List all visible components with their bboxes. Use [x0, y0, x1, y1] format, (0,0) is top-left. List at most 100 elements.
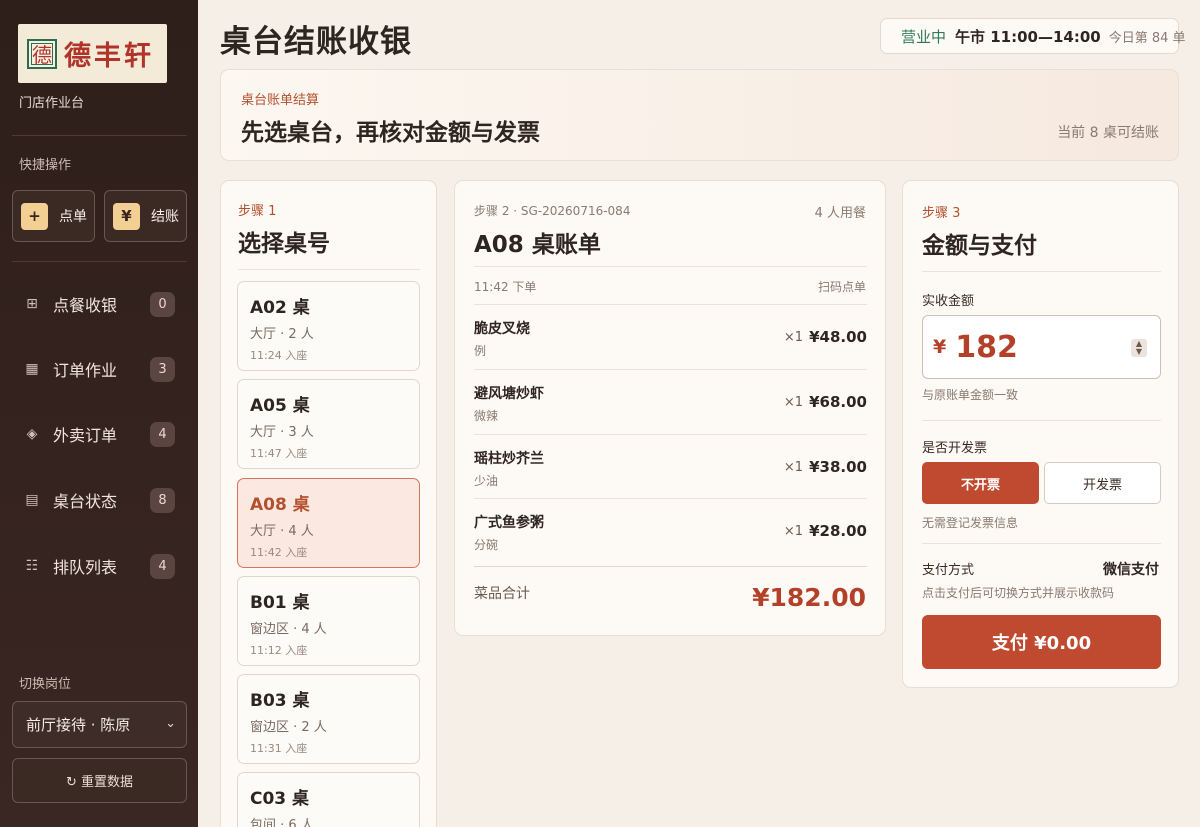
nav-count-badge: 4 — [150, 422, 175, 447]
bill-divider — [474, 566, 867, 567]
amount-hint: 与原账单金额一致 — [922, 388, 1019, 402]
table-name: B03 桌 — [250, 691, 310, 711]
item-name: 避风塘炒虾 — [474, 386, 544, 402]
table-seated-time: 11:31 入座 — [250, 742, 308, 755]
delivery-icon: ◈ — [26, 426, 38, 442]
bill-panel: 步骤 2 · SG-20260716-084 4 人用餐 A08 桌账单 11:… — [454, 180, 886, 636]
nav-item-pos[interactable]: ⊞ 点餐收银 0 — [12, 284, 187, 324]
nav-item-label: 点餐收银 — [53, 296, 118, 315]
nav-item-delivery[interactable]: ◈ 外卖订单 4 — [12, 414, 187, 454]
nav-item-tables[interactable]: ▤ 桌台状态 8 — [12, 480, 187, 520]
bill-item-row: 广式鱼参粥 分碗 ×1 ¥28.00 — [474, 499, 867, 563]
step2-label: 步骤 2 · SG-20260716-084 — [474, 204, 631, 218]
table-seated-time: 11:47 入座 — [250, 447, 308, 460]
bill-item-row: 避风塘炒虾 微辣 ×1 ¥68.00 — [474, 370, 867, 434]
table-area: 包间 · 6 人 — [250, 818, 314, 827]
yen-icon: ¥ — [113, 202, 140, 230]
table-card-c03[interactable]: C03 桌 包间 · 6 人 — [237, 772, 420, 827]
invoice-hint: 无需登记发票信息 — [922, 516, 1019, 530]
sidebar-divider — [12, 135, 187, 136]
amount-input[interactable]: ¥ 182 ▲ ▼ — [922, 315, 1161, 379]
no-invoice-button[interactable]: 不开票 — [922, 462, 1039, 504]
table-seated-time: 11:24 入座 — [250, 349, 308, 362]
role-select[interactable]: 前厅接待 · 陈原 ⌄ — [12, 701, 187, 748]
table-card-a05[interactable]: A05 桌 大厅 · 3 人 11:47 入座 — [237, 379, 420, 469]
order-source: 扫码点单 — [817, 280, 866, 294]
bill-title: A08 桌账单 — [474, 232, 601, 258]
table-seated-time: 11:12 入座 — [250, 644, 308, 657]
brand-name: 德丰轩 — [64, 41, 154, 72]
item-qty: ×1 — [783, 460, 803, 475]
banner-kicker: 桌台账单结算 — [241, 93, 320, 108]
banner-note: 当前 8 桌可结账 — [1057, 125, 1159, 141]
quick-checkout-label: 结账 — [151, 209, 179, 225]
table-name: C03 桌 — [250, 789, 310, 809]
payment-method-hint: 点击支付后可切换方式并展示收款码 — [922, 586, 1115, 600]
table-card-b03[interactable]: B03 桌 窗边区 · 2 人 11:31 入座 — [237, 674, 420, 764]
nav-item-label: 桌台状态 — [53, 492, 118, 511]
status-open: 营业中 — [901, 27, 947, 46]
nav-item-label: 外卖订单 — [53, 426, 118, 445]
nav-count-badge: 8 — [150, 488, 175, 513]
grid-icon: ⊞ — [26, 296, 38, 312]
table-area: 大厅 · 3 人 — [250, 425, 314, 440]
panel-divider — [922, 271, 1161, 272]
table-card-a08-selected[interactable]: A08 桌 大厅 · 4 人 11:42 入座 — [237, 478, 420, 568]
item-note: 例 — [474, 344, 487, 358]
step1-label: 步骤 1 — [238, 204, 277, 219]
quick-checkout-button[interactable]: ¥ 结账 — [104, 190, 187, 242]
sidebar-divider — [12, 261, 187, 262]
queue-icon: ☷ — [25, 558, 39, 574]
table-name: A02 桌 — [250, 298, 310, 318]
nav-item-orders[interactable]: ▦ 订单作业 3 — [12, 349, 187, 389]
bill-divider — [474, 266, 867, 267]
table-seated-time: 11:42 入座 — [250, 546, 308, 559]
item-price: ¥28.00 — [809, 522, 867, 540]
nav-item-label: 排队列表 — [53, 558, 118, 577]
panel-divider — [238, 269, 420, 270]
reset-data-button[interactable]: ↻ 重置数据 — [12, 758, 187, 803]
store-label: 门店作业台 — [19, 96, 85, 111]
banner-title: 先选桌台，再核对金额与发票 — [241, 120, 540, 146]
stepper-icon[interactable]: ▲ ▼ — [1131, 339, 1147, 357]
currency-symbol: ¥ — [933, 336, 947, 358]
service-period: 午市 11:00—14:00 — [955, 27, 1101, 46]
subtotal-label: 菜品合计 — [474, 586, 530, 602]
table-name: A08 桌 — [250, 495, 310, 515]
table-area: 大厅 · 4 人 — [250, 524, 314, 539]
nav-count-badge: 4 — [150, 554, 175, 579]
table-name: A05 桌 — [250, 396, 310, 416]
invoice-button[interactable]: 开发票 — [1044, 462, 1161, 504]
item-price: ¥48.00 — [809, 328, 867, 346]
nav-item-queue[interactable]: ☷ 排队列表 4 — [12, 546, 187, 586]
nav-item-label: 订单作业 — [53, 361, 118, 380]
chevron-down-icon: ⌄ — [165, 716, 176, 731]
table-card-b01[interactable]: B01 桌 窗边区 · 4 人 11:12 入座 — [237, 576, 420, 666]
item-price: ¥68.00 — [809, 393, 867, 411]
item-name: 广式鱼参粥 — [474, 515, 544, 531]
table-card-a02[interactable]: A02 桌 大厅 · 2 人 11:24 入座 — [237, 281, 420, 371]
table-name: B01 桌 — [250, 593, 310, 613]
role-switch-title: 切换岗位 — [19, 677, 72, 692]
invoice-label: 是否开发票 — [922, 441, 988, 456]
today-order-count: 今日第 84 单 — [1108, 30, 1186, 46]
step1-title: 选择桌号 — [238, 231, 330, 257]
item-note: 少油 — [474, 474, 499, 488]
payment-panel: 步骤 3 金额与支付 实收金额 ¥ 182 ▲ ▼ 与原账单金额一致 是否开发票 … — [902, 180, 1179, 688]
business-status: 营业中 午市 11:00—14:00 今日第 84 单 — [880, 18, 1186, 54]
diner-count: 4 人用餐 — [814, 206, 866, 221]
item-note: 微辣 — [474, 409, 499, 423]
payment-method-value[interactable]: 微信支付 — [1103, 559, 1159, 579]
plus-icon: + — [21, 202, 48, 230]
item-name: 瑶柱炒芥兰 — [474, 451, 544, 467]
item-qty: ×1 — [783, 330, 803, 345]
order-time: 11:42 下单 — [474, 280, 537, 294]
table-area: 窗边区 · 2 人 — [250, 720, 327, 735]
pay-button[interactable]: 支付 ¥0.00 — [922, 615, 1161, 669]
table-status-icon: ▤ — [25, 492, 39, 508]
step3-label: 步骤 3 — [922, 206, 961, 221]
table-area: 大厅 · 2 人 — [250, 327, 314, 342]
step3-title: 金额与支付 — [922, 233, 1037, 259]
quick-actions-title: 快捷操作 — [19, 158, 72, 173]
quick-order-button[interactable]: + 点单 — [12, 190, 95, 242]
